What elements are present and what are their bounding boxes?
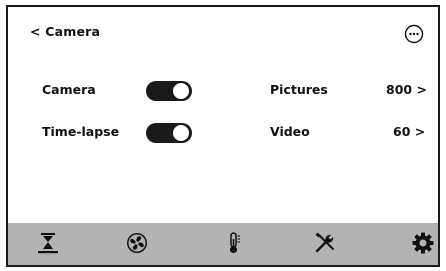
camera-settings-screen: < Camera Camera Pictures 800 > Time-laps…	[6, 5, 440, 267]
toggle-knob	[173, 83, 189, 99]
header: < Camera	[8, 7, 438, 63]
camera-toggle[interactable]	[146, 81, 192, 101]
thermometer-icon[interactable]	[222, 231, 246, 255]
settings-gear-icon[interactable]	[411, 231, 435, 255]
timelapse-label: Time-lapse	[42, 124, 120, 139]
more-options-icon[interactable]	[404, 24, 424, 44]
pictures-label: Pictures	[270, 82, 328, 97]
bottom-navigation-bar	[8, 223, 438, 265]
toggle-knob	[173, 125, 189, 141]
fan-icon[interactable]	[125, 231, 149, 255]
video-label: Video	[270, 124, 310, 139]
video-value-button[interactable]: 60 >	[393, 124, 425, 139]
timelapse-toggle[interactable]	[146, 123, 192, 143]
camera-label: Camera	[42, 82, 96, 97]
back-button[interactable]: < Camera	[30, 24, 100, 39]
print-bed-icon[interactable]	[36, 231, 60, 255]
tools-icon[interactable]	[313, 231, 337, 255]
pictures-value-button[interactable]: 800 >	[386, 82, 427, 97]
